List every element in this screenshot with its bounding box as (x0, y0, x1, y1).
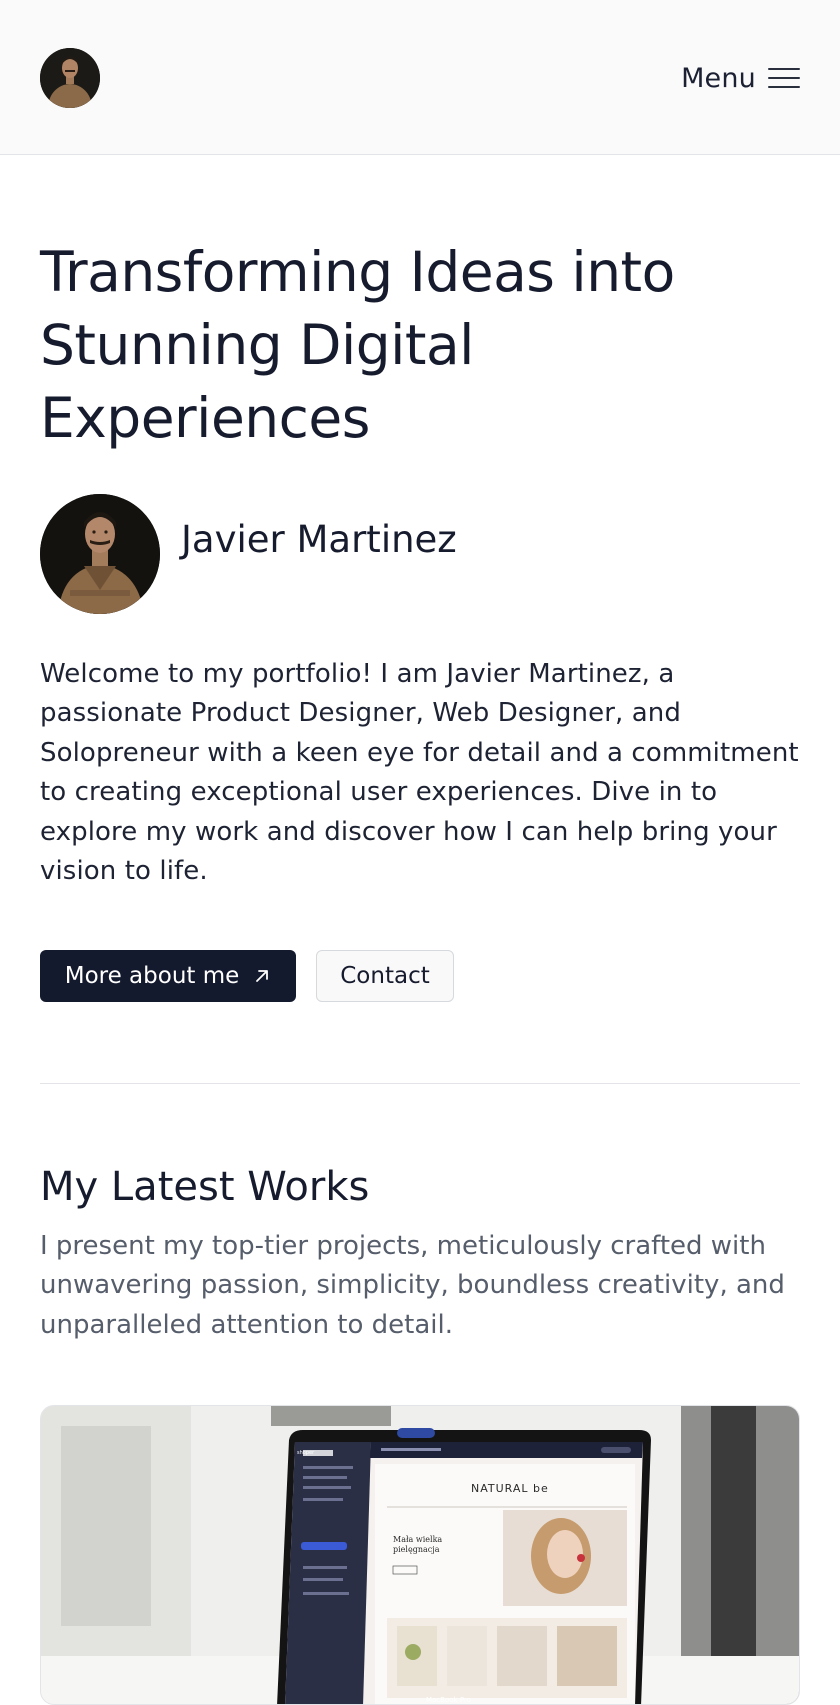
contact-button[interactable]: Contact (316, 950, 454, 1002)
card-app-name: shoper (297, 1450, 315, 1456)
hero-title-line: Stunning Digital (40, 313, 474, 377)
more-about-me-button[interactable]: More about me (40, 950, 296, 1002)
hero-title-line: Experiences (40, 386, 370, 450)
hamburger-icon (768, 66, 800, 90)
work-card-image: NATURAL be Mała wielka pielęgnacja MacBo… (41, 1406, 799, 1704)
site-header: Menu (0, 0, 840, 155)
author-photo (40, 494, 160, 614)
logo-avatar[interactable] (40, 48, 100, 108)
laptop-label: MacBook Pro (426, 1696, 471, 1704)
work-card[interactable]: NATURAL be Mała wielka pielęgnacja MacBo… (40, 1405, 800, 1705)
card-headline-line: pielęgnacja (393, 1545, 440, 1554)
card-brand: NATURAL be (471, 1482, 549, 1495)
arrow-up-right-icon (256, 970, 269, 982)
contact-label: Contact (340, 963, 430, 989)
more-about-me-label: More about me (64, 963, 240, 989)
card-headline-line: Mała wielka (393, 1535, 442, 1544)
author-avatar (40, 494, 160, 614)
works-title: My Latest Works (40, 1164, 370, 1210)
hero-title: Transforming Ideas into Stunning Digital… (40, 236, 760, 455)
avatar-photo (40, 48, 100, 108)
author-name: Javier Martinez (181, 518, 457, 561)
hero-title-line: Transforming Ideas into (40, 240, 675, 304)
menu-button[interactable]: Menu (681, 60, 800, 96)
intro-text: Welcome to my portfolio! I am Javier Mar… (40, 659, 799, 887)
works-description: I present my top-tier projects, meticulo… (40, 1231, 785, 1340)
menu-label: Menu (681, 62, 756, 94)
section-divider (40, 1083, 800, 1084)
